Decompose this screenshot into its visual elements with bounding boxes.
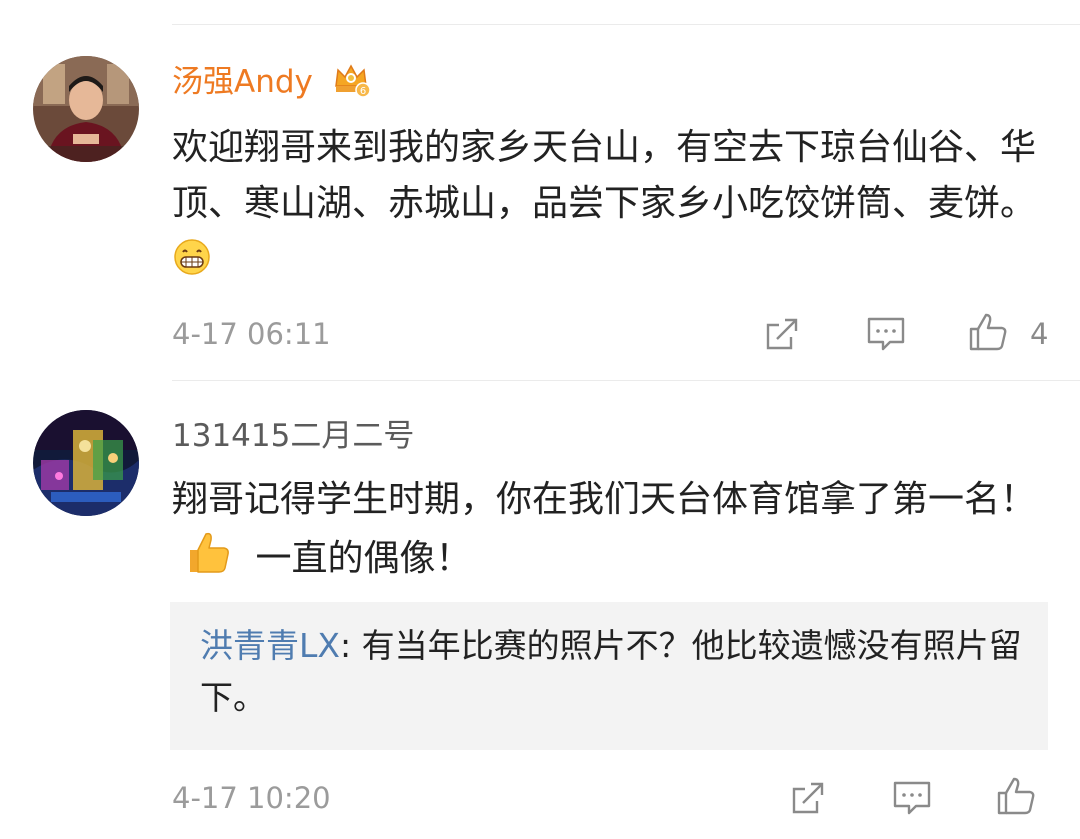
grinning-face-icon bbox=[172, 237, 212, 294]
comment-text-body: 欢迎翔哥来到我的家乡天台山，有空去下琼台仙谷、华顶、寒山湖、赤城山，品尝下家乡小… bbox=[172, 127, 1037, 224]
svg-text:6: 6 bbox=[360, 86, 366, 97]
comment-text-body-1: 翔哥记得学生时期，你在我们天台体育馆拿了第一名！ bbox=[172, 479, 1037, 520]
avatar[interactable] bbox=[33, 410, 139, 516]
avatar[interactable] bbox=[33, 56, 139, 162]
thumbs-up-icon bbox=[184, 528, 232, 593]
timestamp: 4-17 06:11 bbox=[172, 317, 331, 351]
comment-item: 汤强Andy 6 欢迎翔哥来到我的家乡天台山，有空去下琼台仙谷、华顶、寒山湖、赤… bbox=[0, 0, 1080, 380]
reply-text: 洪青青LX: 有当年比赛的照片不？他比较遗憾没有照片留下。 bbox=[200, 620, 1030, 724]
reply-preview[interactable]: 洪青青LX: 有当年比赛的照片不？他比较遗憾没有照片留下。 bbox=[170, 602, 1048, 750]
share-icon[interactable] bbox=[786, 776, 830, 820]
share-icon[interactable] bbox=[760, 312, 804, 356]
reply-author[interactable]: 洪青青LX bbox=[200, 626, 340, 665]
like-icon[interactable] bbox=[994, 774, 1038, 818]
reply-separator: : bbox=[340, 626, 362, 665]
username[interactable]: 131415二月二号 bbox=[172, 416, 414, 456]
like-count: 4 bbox=[1030, 317, 1049, 351]
comment-icon[interactable] bbox=[864, 312, 908, 356]
comment-list: 汤强Andy 6 欢迎翔哥来到我的家乡天台山，有空去下琼台仙谷、华顶、寒山湖、赤… bbox=[0, 0, 1080, 839]
comment-icon[interactable] bbox=[890, 776, 934, 820]
username[interactable]: 汤强Andy bbox=[172, 62, 313, 102]
comment-text: 翔哥记得学生时期，你在我们天台体育馆拿了第一名！ 一直的偶像！ bbox=[172, 472, 1052, 593]
comment-item: 131415二月二号 翔哥记得学生时期，你在我们天台体育馆拿了第一名！ 一直的偶… bbox=[0, 380, 1080, 839]
like-icon[interactable] bbox=[966, 310, 1010, 354]
vip-crown-badge-icon: 6 bbox=[332, 60, 371, 98]
comment-text-body-2: 一直的偶像！ bbox=[255, 538, 472, 579]
timestamp: 4-17 10:20 bbox=[172, 781, 331, 815]
comment-text: 欢迎翔哥来到我的家乡天台山，有空去下琼台仙谷、华顶、寒山湖、赤城山，品尝下家乡小… bbox=[172, 120, 1052, 294]
